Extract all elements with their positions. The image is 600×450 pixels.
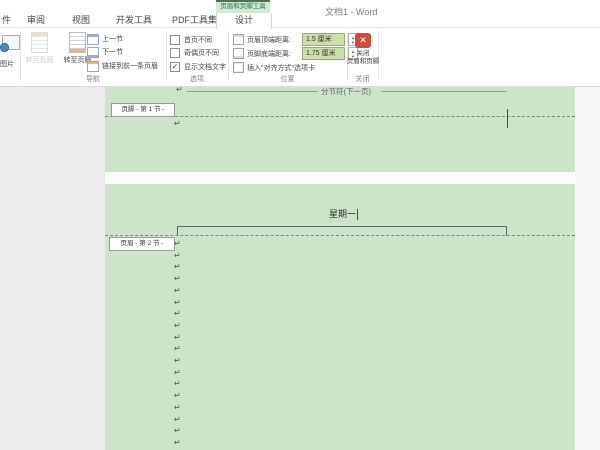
window-title: 文档1 - Word [325, 5, 377, 18]
next-section-button[interactable]: 下一节 [87, 46, 123, 58]
paragraph-mark: ↵ [174, 404, 181, 412]
different-odd-even-label: 奇偶页不同 [184, 48, 219, 58]
page-1[interactable]: ↵ 分节符(下一页) 页脚 - 第 1 节 - ↵ [105, 87, 575, 172]
tab-partial[interactable]: 件 [2, 13, 11, 27]
paragraph-mark: ↵ [174, 357, 181, 365]
next-section-label: 下一节 [102, 47, 123, 57]
paragraph-mark: ↵ [174, 334, 181, 342]
paragraph-mark: ↵ [174, 240, 181, 248]
close-button-label-line1: 关闭 [341, 50, 385, 58]
different-odd-even-checkbox[interactable]: 奇偶页不同 [170, 47, 219, 58]
paragraph-mark: ↵ [174, 287, 181, 295]
close-button-label-line2: 页眉和页脚 [341, 58, 385, 66]
online-pictures-label[interactable]: 图片 [0, 59, 20, 69]
go-to-footer-icon [69, 32, 86, 53]
previous-section-button[interactable]: 上一节 [87, 33, 123, 45]
group-label-close: 关闭 [347, 74, 378, 84]
link-to-previous-label: 链接到前一条页眉 [102, 61, 158, 71]
section-break-line [187, 91, 318, 92]
header-from-top-input[interactable]: 1.5 厘米 [302, 33, 345, 46]
footer-from-bottom-label: 页脚底端距离: [247, 49, 299, 59]
paragraph-mark: ↵ [174, 380, 181, 388]
paragraph-mark: ↵ [174, 275, 181, 283]
paragraph-mark: ↵ [174, 345, 181, 353]
online-pictures-icon[interactable] [2, 35, 20, 50]
group-label-position: 位置 [228, 74, 347, 84]
tab-review[interactable]: 审阅 [27, 13, 45, 27]
show-document-text-checkbox[interactable]: ✓ 显示文档文字 [170, 61, 226, 72]
ribbon-header-footer-design: 图片 转至页眉 转至页脚 上一节 下一节 链接到前一条页眉 导航 首页不同 [0, 28, 600, 87]
link-to-previous-button[interactable]: 链接到前一条页眉 [87, 60, 158, 72]
alignment-tab-icon [233, 62, 244, 73]
group-label-options: 选项 [166, 74, 228, 84]
link-to-previous-icon [87, 61, 99, 72]
tab-design-active[interactable]: 设计 [216, 13, 272, 29]
checkbox-icon[interactable] [170, 35, 180, 45]
paragraph-mark: ↵ [174, 263, 181, 271]
header-bottom-border [177, 226, 507, 227]
titlebar: 文档1 - Word 件 审阅 视图 开发工具 PDF工具集 页眉和页脚工具 设… [0, 0, 600, 28]
section-break-label: 分节符(下一页) [321, 86, 371, 97]
next-section-icon [87, 47, 99, 58]
tab-developer[interactable]: 开发工具 [116, 13, 152, 27]
contextual-tools-label: 页眉和页脚工具 [216, 0, 270, 13]
header-position-icon [233, 34, 244, 45]
previous-section-label: 上一节 [102, 34, 123, 44]
insert-alignment-tab-button[interactable]: 插入"对齐方式"选项卡 [233, 61, 315, 74]
page-gap [105, 172, 575, 184]
text-cursor [507, 109, 508, 128]
paragraph-mark: ↵ [174, 369, 181, 377]
previous-section-icon [87, 34, 99, 45]
paragraph-mark: ↵ [174, 310, 181, 318]
close-red-x-icon [355, 33, 371, 48]
footer-section1-tag: 页脚 - 第 1 节 - [111, 103, 175, 117]
close-header-footer-button[interactable]: 关闭 页眉和页脚 [341, 32, 385, 74]
checkbox-icon[interactable] [170, 48, 180, 58]
go-to-header-button[interactable]: 转至页眉 [21, 31, 58, 79]
footer-position-icon [233, 48, 244, 59]
paragraph-mark: ↵ [174, 120, 181, 128]
section-break-line [381, 91, 506, 92]
header-section2-tag: 页眉 - 第 2 节 - [109, 237, 175, 251]
go-to-header-icon [31, 32, 48, 53]
header-text[interactable]: 星期一 [329, 207, 356, 220]
paragraph-mark: ↵ [174, 439, 181, 447]
header-from-top-row: 页眉顶端距离: 1.5 厘米 [233, 33, 358, 46]
footer-from-bottom-row: 页脚底端距离: 1.75 厘米 [233, 47, 358, 60]
paragraph-mark: ↵ [176, 86, 183, 94]
document-area: ↵ 分节符(下一页) 页脚 - 第 1 节 - ↵ 星期一 页眉 - 第 2 节… [0, 87, 600, 450]
footer-boundary-dashed-line [105, 116, 575, 117]
tab-view[interactable]: 视图 [72, 13, 90, 27]
canvas-left-margin [0, 87, 105, 450]
canvas-right-margin [575, 87, 600, 450]
show-document-text-label: 显示文档文字 [184, 62, 226, 72]
globe-icon [0, 43, 9, 52]
header-boundary-dashed-line [105, 235, 575, 236]
paragraph-mark: ↵ [174, 299, 181, 307]
different-first-page-checkbox[interactable]: 首页不同 [170, 34, 212, 45]
paragraph-mark: ↵ [174, 392, 181, 400]
paragraph-mark: ↵ [174, 252, 181, 260]
group-label-navigation: 导航 [20, 74, 166, 84]
paragraph-mark: ↵ [174, 427, 181, 435]
page-2[interactable]: 星期一 页眉 - 第 2 节 - ↵ ↵ ↵ ↵ ↵ ↵ ↵ ↵ ↵ ↵ ↵ ↵ ↵ ↵ ↵ ↵ ↵ ↵ [105, 184, 575, 450]
insert-alignment-tab-label: 插入"对齐方式"选项卡 [247, 63, 315, 73]
go-to-header-label: 转至页眉 [21, 55, 58, 65]
tab-pdf-tools[interactable]: PDF工具集 [172, 13, 217, 27]
footer-from-bottom-input[interactable]: 1.75 厘米 [302, 47, 345, 60]
checkbox-checked-icon[interactable]: ✓ [170, 62, 180, 72]
word-window: 文档1 - Word 件 审阅 视图 开发工具 PDF工具集 页眉和页脚工具 设… [0, 0, 600, 450]
different-first-page-label: 首页不同 [184, 35, 212, 45]
header-from-top-label: 页眉顶端距离: [247, 35, 299, 45]
text-cursor [357, 209, 358, 220]
paragraph-mark: ↵ [174, 322, 181, 330]
paragraph-mark: ↵ [174, 416, 181, 424]
